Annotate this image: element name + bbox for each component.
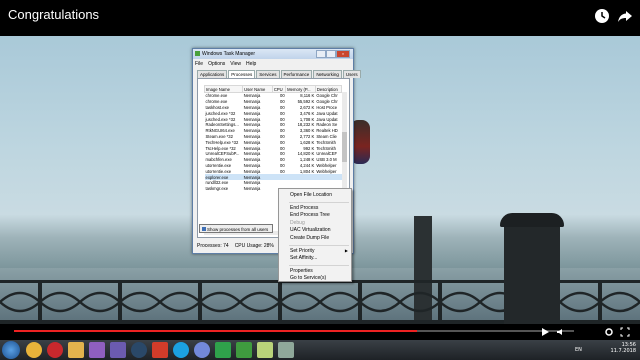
visual-studio-icon[interactable] — [110, 342, 126, 358]
menu-bar: File Options View Help — [195, 61, 256, 68]
show-all-processes-button[interactable]: Show processes from all users — [199, 224, 273, 233]
menu-item-properties[interactable]: Properties — [290, 268, 313, 274]
tab-processes[interactable]: Processes — [228, 70, 256, 78]
tab-strip: Applications Processes Services Performance… — [197, 70, 362, 78]
menu-item-set-priority[interactable]: Set Priority — [290, 248, 314, 254]
clock[interactable]: 13:56 11.7.2018 — [611, 342, 636, 354]
menu-item-options[interactable]: Options — [208, 61, 225, 68]
submenu-arrow-icon: ▶ — [344, 247, 348, 253]
table-cell: Nemanja — [243, 186, 261, 192]
task-manager-titlebar[interactable]: Windows Task Manager × — [193, 49, 353, 59]
menu-item-file[interactable]: File — [195, 61, 203, 68]
table-cell: UnrealCEFSubP... — [205, 151, 240, 157]
process-count: Processes: 74 — [197, 243, 229, 249]
table-cell: Java Updat — [316, 116, 338, 122]
steam-icon[interactable] — [131, 342, 147, 358]
column-header[interactable]: User Name — [242, 85, 273, 93]
table-cell: TechHelp.exe *32 — [205, 139, 239, 145]
menu-item-create-dump-file[interactable]: Create Dump File — [290, 235, 329, 241]
column-header[interactable]: Image Name — [203, 85, 244, 93]
tab-services[interactable]: Services — [256, 70, 280, 78]
settings-icon[interactable] — [604, 327, 614, 337]
table-cell: taskmgr.exe — [205, 186, 229, 192]
skype-icon[interactable] — [173, 342, 189, 358]
video-title: Congratulations — [8, 7, 100, 22]
progress-fill — [14, 330, 418, 332]
media-player-icon[interactable] — [89, 342, 105, 358]
table-cell: RadeonSettings... — [205, 122, 239, 128]
menu-item-set-affinity[interactable]: Set Affinity... — [290, 255, 317, 261]
play-icon[interactable] — [540, 327, 550, 337]
language-indicator[interactable]: EN — [575, 347, 582, 353]
volume-icon[interactable] — [556, 327, 566, 337]
tab-performance[interactable]: Performance — [280, 70, 313, 78]
tab-applications[interactable]: Applications — [197, 70, 228, 78]
opera-icon[interactable] — [47, 342, 63, 358]
camtasia-icon[interactable] — [215, 342, 231, 358]
show-all-label: Show processes from all users — [207, 227, 269, 232]
column-header[interactable]: Memory (P... — [285, 85, 316, 93]
clock-icon[interactable] — [594, 8, 610, 24]
menu-item-uac-virtualization[interactable]: UAC Virtualization — [290, 227, 330, 233]
menu-item-end-process-tree[interactable]: End Process Tree — [290, 212, 330, 218]
menu-item-end-process[interactable]: End Process — [290, 205, 318, 211]
column-header[interactable]: CPU — [271, 85, 287, 93]
window-title: Windows Task Manager — [202, 51, 255, 57]
tab-networking[interactable]: Networking — [313, 70, 342, 78]
maximize-button[interactable] — [326, 50, 336, 58]
table-cell: Java Updat — [316, 110, 338, 116]
share-icon[interactable] — [617, 8, 633, 24]
menu-separator — [289, 244, 349, 246]
trash-bin — [500, 213, 564, 324]
explorer-icon[interactable] — [68, 342, 84, 358]
clock-date: 11.7.2018 — [610, 348, 636, 354]
player-controls — [0, 324, 640, 340]
table-cell: Realtek HD — [316, 128, 338, 134]
start-button[interactable] — [2, 341, 20, 359]
menu-item-open-file-location[interactable]: Open File Location — [290, 192, 332, 198]
table-cell: Google Chr — [316, 99, 338, 105]
cpu-usage: CPU Usage: 28% — [234, 243, 274, 249]
menu-separator — [289, 201, 349, 203]
chrome-icon[interactable] — [26, 342, 42, 358]
table-cell: Google Chr — [316, 93, 338, 99]
column-header[interactable]: Description — [314, 85, 343, 93]
notes-icon[interactable] — [257, 342, 273, 358]
player-top-bar: Congratulations — [0, 0, 640, 36]
record-icon[interactable] — [152, 342, 168, 358]
context-menu: Open File Location End Process End Process… — [278, 188, 352, 282]
taskbar: EN 13:56 11.7.2018 — [0, 340, 640, 360]
fullscreen-icon[interactable] — [620, 327, 630, 337]
task-manager-icon — [195, 51, 200, 56]
process-table: Image Name User Name CPU Memory (P... Descri… — [203, 85, 343, 192]
menu-separator — [289, 264, 349, 266]
menu-item-view[interactable]: View — [230, 61, 241, 68]
shield-icon — [202, 227, 206, 231]
progress-bar[interactable] — [14, 330, 574, 332]
menu-item-help[interactable]: Help — [246, 61, 256, 68]
close-button[interactable]: × — [336, 50, 350, 58]
discord-icon[interactable] — [194, 342, 210, 358]
scroll-thumb[interactable] — [342, 132, 347, 162]
menu-item-go-to-service-s[interactable]: Go to Service(s) — [290, 275, 326, 281]
tab-users[interactable]: Users — [342, 70, 361, 78]
minimize-button[interactable] — [316, 50, 326, 58]
task-manager-icon[interactable] — [278, 342, 294, 358]
menu-item-debug: Debug — [290, 219, 305, 226]
video-editor-icon[interactable] — [236, 342, 252, 358]
